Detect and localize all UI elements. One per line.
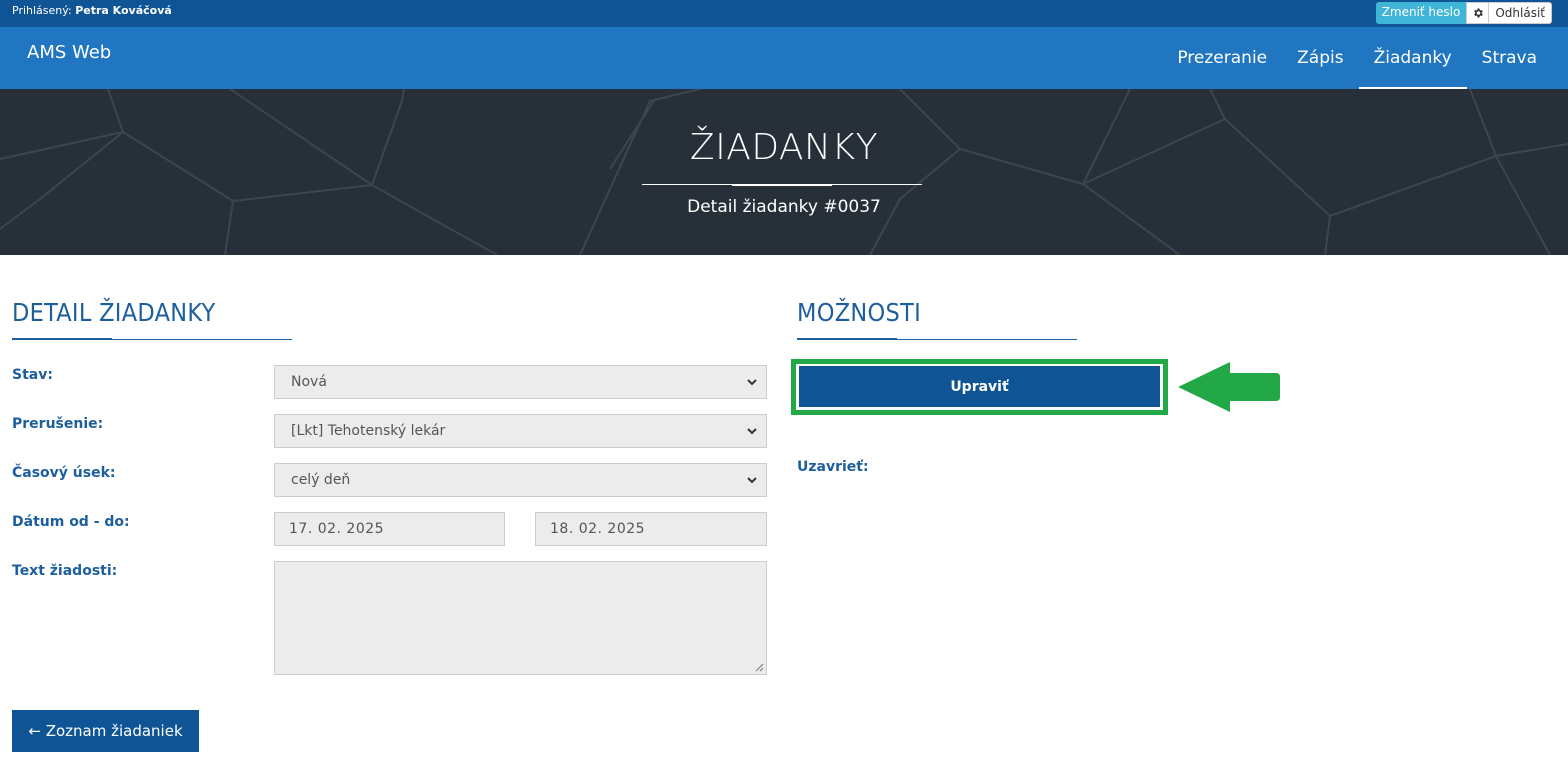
detail-title-accent [12,338,112,340]
interruption-select[interactable]: [Lkt] Tehotenský lekár [274,414,767,448]
user-bar: Prihlásený: Petra Kováčová Zmeniť heslo … [0,0,1568,27]
nav-item-strava[interactable]: Strava [1467,27,1552,89]
request-text-label: Text žiadosti: [12,563,118,579]
status-label: Stav: [12,367,53,383]
close-label: Uzavrieť: [797,459,869,475]
back-to-list-button[interactable]: ← Zoznam žiadaniek [12,710,199,752]
options-title-accent [797,338,897,340]
edit-button[interactable]: Upraviť [799,366,1160,407]
status-value: Nová [291,374,327,390]
date-range-label: Dátum od - do: [12,514,130,530]
time-range-select[interactable]: celý deň [274,463,767,497]
detail-section-title: DETAIL ŽIADANKY [12,298,216,327]
request-text-area[interactable] [274,561,767,675]
logged-in-user: Prihlásený: Petra Kováčová [12,4,172,17]
hero-background-pattern [0,89,1568,255]
resize-grip-icon[interactable] [754,662,764,672]
title-divider-accent [732,184,832,186]
time-range-value: celý deň [291,472,351,488]
change-password-button[interactable]: Zmeniť heslo [1375,2,1467,24]
nav-item-prezeranie[interactable]: Prezeranie [1162,27,1282,89]
nav-item-zapis[interactable]: Zápis [1282,27,1358,89]
page-subtitle: Detail žiadanky #0037 [687,197,881,217]
brand-logo[interactable]: AMS Web [27,42,111,63]
date-to-input[interactable]: 18. 02. 2025 [535,512,767,546]
main-navbar: AMS Web Prezeranie Zápis Žiadanky Strava [0,27,1568,89]
arrow-left-icon [1178,362,1280,412]
logged-in-prefix: Prihlásený: [12,4,72,17]
options-section-title: MOŽNOSTI [797,298,922,327]
logout-button[interactable]: Odhlásiť [1488,2,1552,24]
nav-item-ziadanky[interactable]: Žiadanky [1358,27,1467,89]
interruption-label: Prerušenie: [12,416,104,432]
gear-icon[interactable] [1466,2,1489,24]
logged-in-name: Petra Kováčová [75,4,172,17]
time-range-label: Časový úsek: [12,465,116,481]
chevron-down-icon [747,428,757,435]
page-title: ŽIADANKY [689,127,879,168]
main-nav: Prezeranie Zápis Žiadanky Strava [1162,27,1552,89]
user-actions: Zmeniť heslo Odhlásiť [1375,2,1552,24]
page-hero: ŽIADANKY Detail žiadanky #0037 [0,89,1568,255]
chevron-down-icon [747,379,757,386]
chevron-down-icon [747,477,757,484]
status-select[interactable]: Nová [274,365,767,399]
interruption-value: [Lkt] Tehotenský lekár [291,423,446,439]
date-from-input[interactable]: 17. 02. 2025 [274,512,505,546]
